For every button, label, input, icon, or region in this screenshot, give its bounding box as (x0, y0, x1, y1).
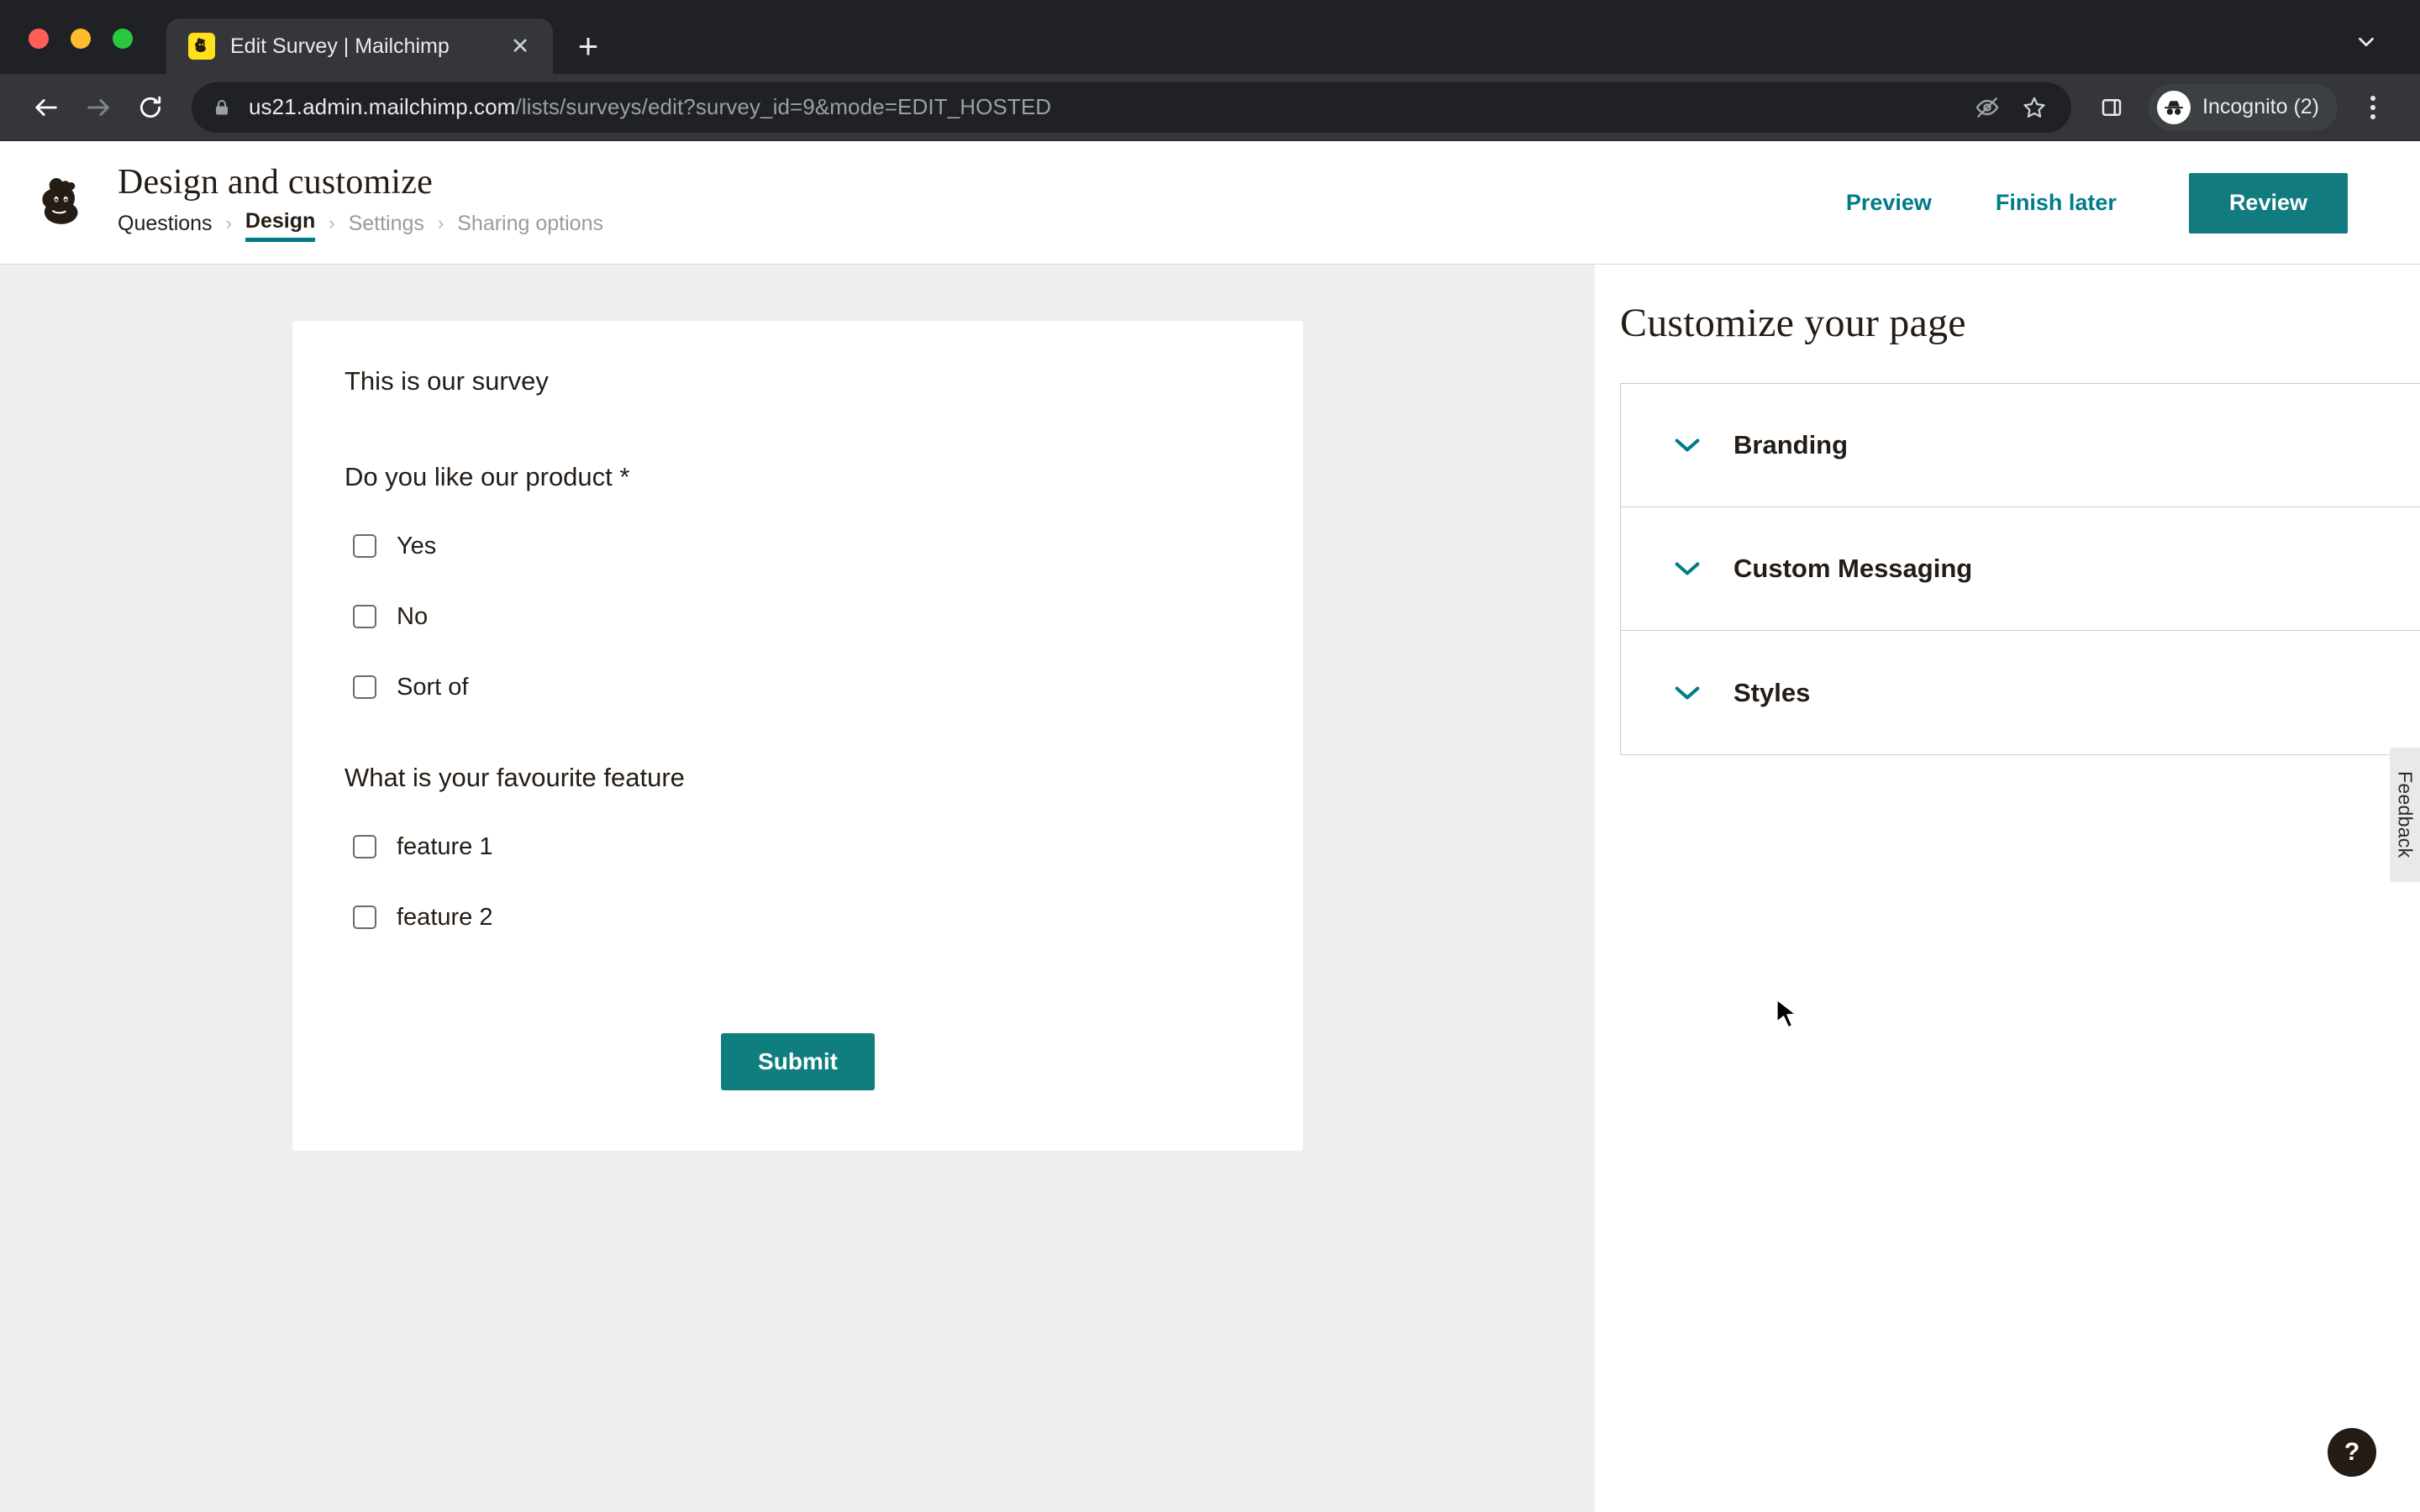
question-label: Do you like our product * (345, 462, 630, 491)
url-text: us21.admin.mailchimp.com/lists/surveys/e… (249, 94, 1954, 120)
chevron-down-icon (1673, 554, 1702, 583)
window-controls (29, 29, 133, 49)
option-label: No (397, 602, 429, 630)
sidebar-title: Customize your page (1620, 301, 1966, 345)
accordion-label: Branding (1733, 430, 1849, 459)
workspace: This is our survey Do you like our produ… (0, 265, 2420, 1512)
option-row[interactable]: Yes (345, 511, 1251, 581)
kebab-menu-icon[interactable] (2351, 84, 2395, 131)
checkbox-sort-of[interactable] (353, 675, 376, 699)
option-row[interactable]: Sort of (345, 652, 1251, 722)
new-tab-button[interactable]: + (566, 24, 610, 68)
breadcrumb-item-design[interactable]: Design (245, 209, 316, 243)
option-label: Yes (397, 532, 437, 559)
minimize-window-button[interactable] (71, 29, 91, 49)
browser-window: Edit Survey | Mailchimp ✕ + us21.admin.m… (0, 0, 2420, 1512)
star-icon[interactable] (2018, 91, 2051, 124)
accordion-label: Custom Messaging (1733, 554, 1973, 583)
back-arrow-icon[interactable] (20, 81, 72, 134)
breadcrumb-separator: › (437, 213, 445, 234)
breadcrumb-item-sharing-options[interactable]: Sharing options (457, 212, 603, 240)
eye-slash-icon[interactable] (1970, 91, 2004, 124)
checkbox-feature-2[interactable] (353, 906, 376, 929)
header-titles: Design and customize Questions › Design … (118, 162, 603, 243)
customize-sidebar: Customize your page Branding Custom Mess… (1595, 265, 2420, 1512)
submit-button[interactable]: Submit (721, 1033, 875, 1090)
feedback-tab[interactable]: Feedback (2390, 748, 2420, 882)
browser-tab[interactable]: Edit Survey | Mailchimp ✕ (166, 18, 553, 74)
maximize-window-button[interactable] (113, 29, 133, 49)
breadcrumb-separator: › (329, 213, 335, 234)
breadcrumb: Questions › Design › Settings › Sharing … (118, 209, 603, 243)
mailchimp-freddie-logo (30, 172, 91, 233)
option-label: feature 2 (397, 903, 493, 931)
side-panel-icon[interactable] (2088, 84, 2135, 131)
close-window-button[interactable] (29, 29, 49, 49)
close-tab-button[interactable]: ✕ (506, 32, 534, 60)
mailchimp-favicon (188, 33, 215, 60)
forward-arrow-icon[interactable] (72, 81, 124, 134)
breadcrumb-item-questions[interactable]: Questions (118, 212, 213, 240)
question-options: feature 1 feature 2 (345, 811, 1251, 953)
feedback-tab-label: Feedback (2394, 771, 2417, 858)
survey-question-2: What is your favourite feature feature 1… (345, 763, 1251, 953)
page-title: Design and customize (118, 162, 433, 202)
address-bar[interactable]: us21.admin.mailchimp.com/lists/surveys/e… (192, 81, 2072, 133)
survey-card: This is our survey Do you like our produ… (292, 321, 1303, 1151)
profile-label: Incognito (2) (2202, 95, 2319, 118)
incognito-icon (2157, 90, 2191, 124)
question-options: Yes No Sort of (345, 511, 1251, 722)
option-row[interactable]: No (345, 581, 1251, 652)
app-header: Design and customize Questions › Design … (0, 141, 2420, 265)
review-button[interactable]: Review (2188, 172, 2348, 234)
toolbar-right: Incognito (2) (2071, 83, 2395, 131)
accordion-label: Styles (1733, 677, 1811, 707)
chevron-down-icon (1673, 679, 1702, 707)
tab-search-chevron-icon[interactable] (2349, 25, 2383, 59)
header-actions: Preview Finish later Review (1814, 141, 2420, 265)
tab-strip: Edit Survey | Mailchimp ✕ + (0, 0, 2420, 74)
accordion-item-styles[interactable]: Styles (1621, 631, 2420, 754)
checkbox-feature-1[interactable] (353, 835, 376, 858)
checkbox-no[interactable] (353, 605, 376, 628)
accordion-item-branding[interactable]: Branding (1621, 384, 2420, 507)
reload-icon[interactable] (124, 81, 176, 134)
preview-button[interactable]: Preview (1814, 190, 1964, 216)
finish-later-button[interactable]: Finish later (1964, 190, 2149, 216)
profile-button[interactable]: Incognito (2) (2149, 83, 2338, 131)
option-label: feature 1 (397, 832, 493, 860)
option-row[interactable]: feature 2 (345, 882, 1251, 953)
tab-title: Edit Survey | Mailchimp (230, 34, 450, 58)
survey-preview-canvas: This is our survey Do you like our produ… (0, 265, 1595, 1512)
survey-question-1: Do you like our product * Yes No Sort of (345, 462, 1251, 722)
help-button[interactable]: ? (2328, 1428, 2376, 1477)
url-path: /lists/surveys/edit?survey_id=9&mode=EDI… (515, 94, 1052, 119)
customize-accordion: Branding Custom Messaging Styles (1620, 383, 2420, 755)
submit-row: Submit (345, 1033, 1251, 1090)
checkbox-yes[interactable] (353, 534, 376, 558)
lock-icon (212, 97, 232, 118)
browser-toolbar: us21.admin.mailchimp.com/lists/surveys/e… (0, 74, 2420, 141)
page-content: Design and customize Questions › Design … (0, 141, 2420, 1512)
question-label: What is your favourite feature (345, 763, 685, 792)
option-row[interactable]: feature 1 (345, 811, 1251, 882)
chevron-down-icon (1673, 431, 1702, 459)
accordion-item-custom-messaging[interactable]: Custom Messaging (1621, 507, 2420, 631)
omnibox-actions (1970, 91, 2051, 124)
option-label: Sort of (397, 673, 469, 701)
breadcrumb-separator: › (225, 213, 232, 234)
breadcrumb-item-settings[interactable]: Settings (349, 212, 424, 240)
survey-title: This is our survey (345, 366, 549, 396)
url-host: us21.admin.mailchimp.com (249, 94, 516, 119)
